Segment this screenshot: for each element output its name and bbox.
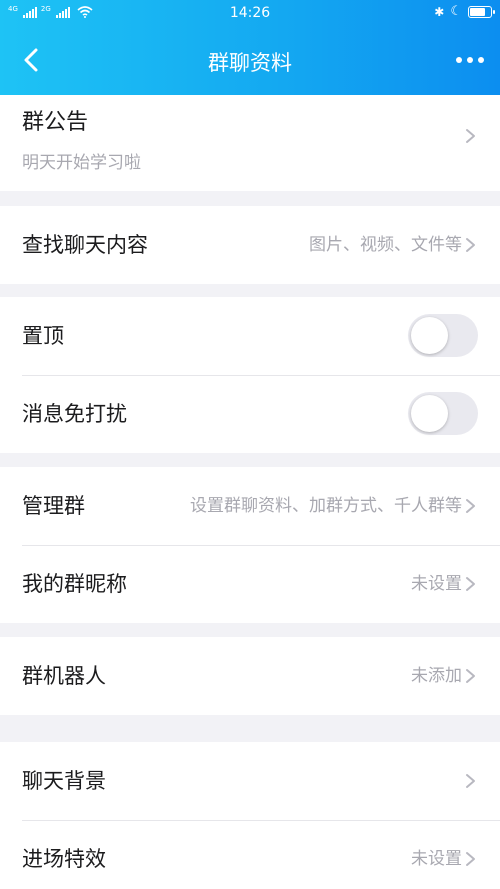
pin-toggle[interactable] (408, 314, 478, 357)
group-manage-section: 管理群 设置群聊资料、加群方式、千人群等 我的群昵称 未设置 (0, 467, 500, 623)
mute-row: 消息免打扰 (0, 375, 500, 453)
appearance-section: 聊天背景 进场特效 未设置 (0, 742, 500, 889)
robot-section: 群机器人 未添加 (0, 637, 500, 715)
entry-effect-value: 未设置 (411, 849, 462, 869)
manage-label: 管理群 (22, 494, 85, 518)
background-label: 聊天背景 (22, 769, 106, 793)
search-chat-label: 查找聊天内容 (22, 233, 148, 257)
moon-icon: ☾ (450, 4, 462, 19)
battery-icon (468, 5, 495, 18)
entry-effect-row[interactable]: 进场特效 未设置 (0, 820, 500, 889)
header: 4G 2G 14:26 ✱ ☾ 群聊资料 (0, 0, 500, 95)
manage-row[interactable]: 管理群 设置群聊资料、加群方式、千人群等 (0, 467, 500, 545)
mute-label: 消息免打扰 (22, 402, 127, 426)
search-chat-row[interactable]: 查找聊天内容 图片、视频、文件等 (0, 206, 500, 284)
status-bar: 4G 2G 14:26 ✱ ☾ (0, 0, 500, 26)
status-time: 14:26 (229, 5, 271, 21)
pin-toggle-knob (411, 317, 448, 354)
chevron-right-icon (466, 238, 475, 252)
chevron-right-icon (466, 852, 475, 866)
navbar: 群聊资料 (0, 26, 500, 95)
settings-toggles-section: 置顶 消息免打扰 (0, 297, 500, 453)
announcement-content: 明天开始学习啦 (22, 153, 141, 173)
more-icon[interactable] (452, 46, 488, 74)
nickname-label: 我的群昵称 (22, 572, 127, 596)
bluetooth-icon: ✱ (434, 4, 445, 19)
chevron-right-icon (466, 669, 475, 683)
background-row[interactable]: 聊天背景 (0, 742, 500, 820)
mute-toggle-knob (411, 395, 448, 432)
search-chat-hint: 图片、视频、文件等 (309, 235, 462, 255)
entry-effect-label: 进场特效 (22, 847, 106, 871)
search-chat-section: 查找聊天内容 图片、视频、文件等 (0, 206, 500, 284)
chevron-right-icon (466, 499, 475, 513)
nickname-value: 未设置 (411, 574, 462, 594)
announcement-chevron-icon (466, 129, 475, 143)
manage-hint: 设置群聊资料、加群方式、千人群等 (190, 496, 462, 516)
chevron-right-icon (466, 774, 475, 788)
nickname-row[interactable]: 我的群昵称 未设置 (0, 545, 500, 623)
robot-value: 未添加 (411, 666, 462, 686)
status-right: ✱ ☾ (434, 4, 495, 19)
chevron-right-icon (466, 577, 475, 591)
robot-label: 群机器人 (22, 664, 106, 688)
pin-label: 置顶 (22, 324, 64, 348)
mute-toggle[interactable] (408, 392, 478, 435)
announcement-title: 群公告 (22, 110, 89, 135)
page-title: 群聊资料 (208, 51, 292, 75)
pin-row: 置顶 (0, 297, 500, 375)
robot-row[interactable]: 群机器人 未添加 (0, 637, 500, 715)
